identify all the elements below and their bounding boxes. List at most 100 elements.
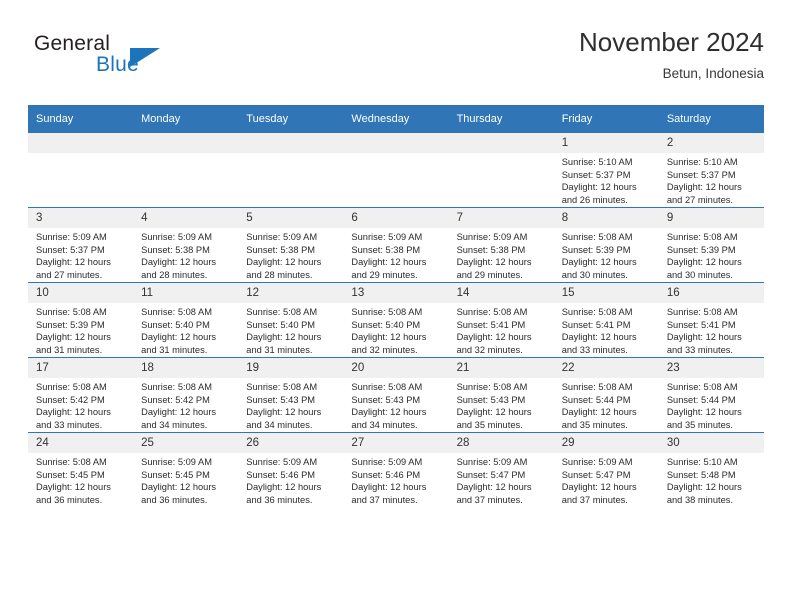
daylight-text-line1: Daylight: 12 hours [351, 407, 427, 418]
calendar-day-cell[interactable]: 14 Sunrise: 5:08 AM Sunset: 5:41 PM Dayligh… [448, 282, 554, 358]
daylight-text-line2: and 33 minutes. [666, 344, 733, 355]
sunrise-text: Sunrise: 5:09 AM [456, 457, 528, 467]
calendar-day-cell-empty [133, 133, 239, 208]
sunrise-text: Sunrise: 5:08 AM [456, 307, 528, 317]
sunset-text: Sunset: 5:44 PM [561, 394, 631, 405]
calendar-day-cell[interactable]: 21 Sunrise: 5:08 AM Sunset: 5:43 PM Dayligh… [448, 357, 554, 433]
sunset-text: Sunset: 5:38 PM [456, 244, 526, 255]
daylight-text-line2: and 31 minutes. [141, 344, 208, 355]
calendar-day-cell[interactable]: 12 Sunrise: 5:08 AM Sunset: 5:40 PM Dayligh… [238, 282, 344, 358]
daylight-text-line2: and 37 minutes. [561, 494, 628, 505]
calendar-day-cell[interactable]: 23 Sunrise: 5:08 AM Sunset: 5:44 PM Dayligh… [658, 357, 764, 433]
calendar-day-cell[interactable]: 10 Sunrise: 5:08 AM Sunset: 5:39 PM Dayligh… [28, 282, 134, 358]
calendar-day-cell[interactable]: 25 Sunrise: 5:09 AM Sunset: 5:45 PM Dayligh… [133, 432, 239, 507]
calendar-header-row: Sunday Monday Tuesday Wednesday Thursday… [28, 105, 764, 133]
daylight-text-line2: and 37 minutes. [351, 494, 418, 505]
calendar-day-cell[interactable]: 18 Sunrise: 5:08 AM Sunset: 5:42 PM Dayligh… [133, 357, 239, 433]
day-number: 25 [133, 433, 239, 453]
daylight-text-line1: Daylight: 12 hours [456, 257, 532, 268]
daylight-text-line2: and 35 minutes. [456, 419, 523, 430]
calendar-day-cell[interactable]: 29 Sunrise: 5:09 AM Sunset: 5:47 PM Dayligh… [553, 432, 659, 507]
daylight-text-line1: Daylight: 12 hours [666, 182, 742, 193]
day-details: Sunrise: 5:08 AM Sunset: 5:41 PM Daylight:… [659, 303, 764, 356]
weekday-header-thursday: Thursday [448, 105, 554, 133]
daylight-text-line2: and 36 minutes. [141, 494, 208, 505]
calendar-day-cell[interactable]: 26 Sunrise: 5:09 AM Sunset: 5:46 PM Dayligh… [238, 432, 344, 507]
daylight-text-line1: Daylight: 12 hours [561, 257, 637, 268]
day-number: 16 [658, 283, 764, 303]
calendar-day-cell[interactable]: 1 Sunrise: 5:10 AM Sunset: 5:37 PM Daylight… [553, 133, 659, 208]
calendar-day-cell[interactable]: 19 Sunrise: 5:08 AM Sunset: 5:43 PM Dayligh… [238, 357, 344, 433]
day-number: 30 [658, 433, 764, 453]
sunset-text: Sunset: 5:39 PM [561, 244, 631, 255]
day-details: Sunrise: 5:08 AM Sunset: 5:43 PM Daylight:… [449, 378, 554, 431]
general-blue-logo: General Blue [34, 32, 234, 88]
calendar-day-cell[interactable]: 24 Sunrise: 5:08 AM Sunset: 5:45 PM Dayligh… [28, 432, 134, 507]
sunrise-text: Sunrise: 5:08 AM [666, 232, 738, 242]
day-number [238, 133, 344, 153]
calendar-day-cell[interactable]: 15 Sunrise: 5:08 AM Sunset: 5:41 PM Dayligh… [553, 282, 659, 358]
calendar-day-cell[interactable]: 20 Sunrise: 5:08 AM Sunset: 5:43 PM Dayligh… [343, 357, 449, 433]
calendar-day-cell[interactable]: 16 Sunrise: 5:08 AM Sunset: 5:41 PM Dayligh… [658, 282, 764, 358]
weekday-header-saturday: Saturday [658, 105, 764, 133]
calendar-day-cell[interactable]: 27 Sunrise: 5:09 AM Sunset: 5:46 PM Dayligh… [343, 432, 449, 507]
daylight-text-line2: and 33 minutes. [561, 344, 628, 355]
calendar-day-cell[interactable]: 30 Sunrise: 5:10 AM Sunset: 5:48 PM Dayligh… [658, 432, 764, 507]
calendar-day-cell[interactable]: 6 Sunrise: 5:09 AM Sunset: 5:38 PM Daylight… [343, 207, 449, 283]
calendar-day-cell[interactable]: 22 Sunrise: 5:08 AM Sunset: 5:44 PM Dayligh… [553, 357, 659, 433]
daylight-text-line2: and 38 minutes. [666, 494, 733, 505]
calendar-day-cell[interactable]: 8 Sunrise: 5:08 AM Sunset: 5:39 PM Daylight… [553, 207, 659, 283]
daylight-text-line2: and 26 minutes. [561, 194, 628, 205]
day-details: Sunrise: 5:08 AM Sunset: 5:39 PM Daylight:… [28, 303, 133, 356]
daylight-text-line2: and 30 minutes. [666, 269, 733, 280]
sunrise-text: Sunrise: 5:09 AM [141, 457, 212, 467]
sunrise-text: Sunrise: 5:08 AM [666, 307, 738, 317]
logo-text-blue: Blue [96, 53, 139, 76]
calendar-day-cell[interactable]: 7 Sunrise: 5:09 AM Sunset: 5:38 PM Daylight… [448, 207, 554, 283]
calendar-week-row: 10 Sunrise: 5:08 AM Sunset: 5:39 PM Dayligh… [28, 282, 764, 358]
calendar-day-cell[interactable]: 13 Sunrise: 5:08 AM Sunset: 5:40 PM Dayligh… [343, 282, 449, 358]
day-number: 19 [238, 358, 344, 378]
calendar-day-cell[interactable]: 4 Sunrise: 5:09 AM Sunset: 5:38 PM Daylight… [133, 207, 239, 283]
weekday-header-sunday: Sunday [28, 105, 134, 133]
daylight-text-line2: and 33 minutes. [36, 419, 103, 430]
day-details: Sunrise: 5:08 AM Sunset: 5:39 PM Daylight:… [554, 228, 659, 281]
sunset-text: Sunset: 5:40 PM [351, 319, 421, 330]
sunrise-text: Sunrise: 5:09 AM [351, 232, 423, 242]
calendar-week-row: 17 Sunrise: 5:08 AM Sunset: 5:42 PM Dayligh… [28, 357, 764, 433]
sunset-text: Sunset: 5:37 PM [561, 169, 631, 180]
sunrise-text: Sunrise: 5:08 AM [36, 382, 107, 392]
sunrise-text: Sunrise: 5:08 AM [36, 307, 107, 317]
day-number [343, 133, 449, 153]
daylight-text-line1: Daylight: 12 hours [666, 257, 742, 268]
sunrise-text: Sunrise: 5:08 AM [561, 307, 633, 317]
calendar-day-cell[interactable]: 3 Sunrise: 5:09 AM Sunset: 5:37 PM Daylight… [28, 207, 134, 283]
calendar-day-cell[interactable]: 5 Sunrise: 5:09 AM Sunset: 5:38 PM Daylight… [238, 207, 344, 283]
sunset-text: Sunset: 5:42 PM [36, 394, 105, 405]
day-details: Sunrise: 5:08 AM Sunset: 5:40 PM Daylight:… [238, 303, 343, 356]
daylight-text-line1: Daylight: 12 hours [36, 407, 111, 418]
calendar-day-cell[interactable]: 17 Sunrise: 5:08 AM Sunset: 5:42 PM Dayligh… [28, 357, 134, 433]
sunset-text: Sunset: 5:39 PM [666, 244, 736, 255]
location-subtitle: Betun, Indonesia [662, 66, 764, 81]
calendar-day-cell[interactable]: 9 Sunrise: 5:08 AM Sunset: 5:39 PM Daylight… [658, 207, 764, 283]
calendar-day-cell[interactable]: 11 Sunrise: 5:08 AM Sunset: 5:40 PM Dayligh… [133, 282, 239, 358]
daylight-text-line1: Daylight: 12 hours [456, 332, 532, 343]
calendar-day-cell-empty [28, 133, 134, 208]
sunrise-text: Sunrise: 5:09 AM [246, 457, 318, 467]
calendar-day-cell[interactable]: 2 Sunrise: 5:10 AM Sunset: 5:37 PM Daylight… [658, 133, 764, 208]
day-details: Sunrise: 5:08 AM Sunset: 5:40 PM Daylight:… [133, 303, 238, 356]
sunset-text: Sunset: 5:45 PM [141, 469, 210, 480]
sunrise-text: Sunrise: 5:09 AM [246, 232, 318, 242]
sunset-text: Sunset: 5:37 PM [36, 244, 105, 255]
day-number: 28 [448, 433, 554, 453]
sunset-text: Sunset: 5:38 PM [141, 244, 210, 255]
daylight-text-line1: Daylight: 12 hours [36, 332, 111, 343]
day-number [133, 133, 239, 153]
day-number: 15 [553, 283, 659, 303]
day-number: 5 [238, 208, 344, 228]
calendar-page: General Blue November 2024 Betun, Indone… [0, 0, 792, 612]
sunset-text: Sunset: 5:48 PM [666, 469, 736, 480]
calendar-day-cell[interactable]: 28 Sunrise: 5:09 AM Sunset: 5:47 PM Dayligh… [448, 432, 554, 507]
daylight-text-line1: Daylight: 12 hours [351, 257, 427, 268]
